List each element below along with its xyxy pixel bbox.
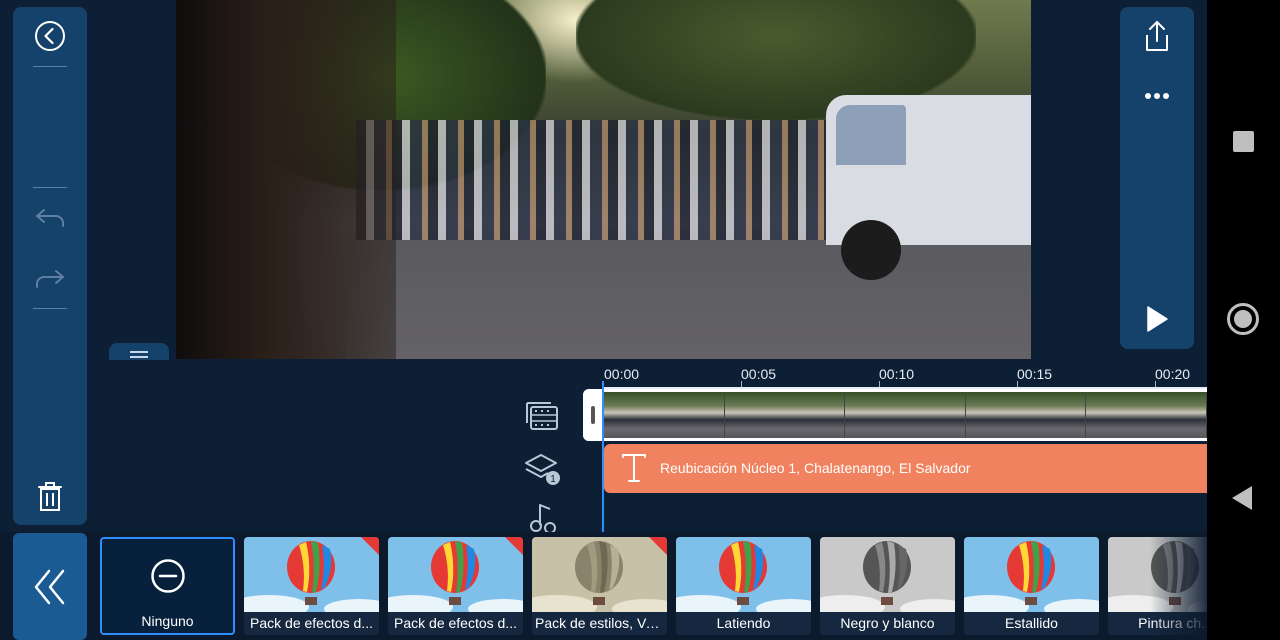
left-toolbar	[13, 7, 87, 525]
clip-frame	[604, 392, 725, 438]
effect-item[interactable]: Latiendo	[676, 537, 811, 635]
clip-thumbnails	[604, 392, 1207, 438]
tick-label: 00:20	[1155, 366, 1191, 382]
undo-icon	[36, 209, 64, 227]
preview-street	[346, 230, 1031, 359]
video-track-button[interactable]	[524, 398, 560, 432]
effect-label: Ninguno	[102, 610, 233, 633]
system-back-button[interactable]	[1232, 486, 1252, 510]
clip-frame	[965, 392, 1087, 438]
effect-item[interactable]: Pack de efectos d...	[244, 537, 379, 635]
more-button[interactable]	[1140, 85, 1174, 107]
double-chevron-left-icon	[34, 569, 65, 604]
text-clip[interactable]: Reubicación Núcleo 1, Chalatenango, El S…	[604, 444, 1207, 493]
redo-button[interactable]	[33, 265, 67, 293]
ruler-tick	[1017, 381, 1018, 387]
play-button[interactable]	[1140, 301, 1174, 337]
right-toolbar	[1120, 7, 1194, 349]
video-preview[interactable]	[176, 0, 1031, 359]
effect-item[interactable]: Pack de estilos, Vo...	[532, 537, 667, 635]
divider	[33, 308, 67, 309]
collapse-effects-button[interactable]	[13, 533, 87, 640]
tick-label: 00:00	[604, 366, 640, 382]
playhead[interactable]	[602, 381, 604, 532]
effect-label: Latiendo	[676, 612, 811, 635]
effect-item[interactable]: Negro y blanco	[820, 537, 955, 635]
balloon-thumbnail	[676, 537, 811, 612]
clip-frame	[845, 392, 966, 438]
delete-button[interactable]	[33, 479, 67, 513]
balloon-thumbnail	[244, 537, 379, 612]
preview-truck-window	[836, 105, 906, 165]
preview-truck-wheel	[841, 220, 901, 280]
none-icon	[150, 558, 185, 593]
video-clip[interactable]	[583, 389, 1207, 441]
balloon-thumbnail	[388, 537, 523, 612]
audio-track-button[interactable]	[526, 504, 560, 532]
preview-shadow	[176, 0, 396, 359]
more-icon	[1145, 93, 1169, 99]
layers-icon: 1	[525, 454, 560, 485]
share-button[interactable]	[1140, 17, 1174, 55]
text-clip-label: Reubicación Núcleo 1, Chalatenango, El S…	[660, 460, 971, 476]
balloon-thumbnail	[1108, 537, 1207, 612]
new-badge	[649, 537, 667, 555]
effect-label: Pack de estilos, Vo...	[532, 612, 667, 635]
back-button[interactable]	[33, 19, 67, 53]
text-icon	[622, 454, 646, 482]
tick-label: 00:15	[1017, 366, 1053, 382]
effect-label: Estallido	[964, 612, 1099, 635]
video-editor: 00:00 00:05 00:10 00:15 00:20 1 Reubicac…	[0, 0, 1207, 640]
redo-icon	[36, 270, 64, 288]
share-icon	[1146, 21, 1168, 51]
effect-label: Negro y blanco	[820, 612, 955, 635]
balloon-thumbnail	[964, 537, 1099, 612]
film-icon	[526, 402, 558, 430]
balloon-thumbnail	[820, 537, 955, 612]
effect-label: Pack de efectos d...	[388, 612, 523, 635]
new-badge	[361, 537, 379, 555]
effect-item[interactable]: Pintura ch...	[1108, 537, 1207, 635]
tick-label: 00:10	[879, 366, 915, 382]
back-circle-icon	[35, 21, 65, 51]
play-icon	[1147, 306, 1168, 332]
effect-item[interactable]: Estallido	[964, 537, 1099, 635]
layer-track-button[interactable]: 1	[524, 452, 562, 486]
handle-line	[130, 351, 148, 353]
effect-label: Pintura ch...	[1108, 612, 1207, 635]
clip-frame	[724, 392, 846, 438]
ruler-tick	[879, 381, 880, 387]
ruler-tick	[741, 381, 742, 387]
undo-button[interactable]	[33, 204, 67, 232]
handle-line	[130, 356, 148, 358]
trash-icon	[38, 482, 62, 511]
home-button[interactable]	[1227, 303, 1259, 335]
divider	[33, 187, 67, 188]
balloon-thumbnail	[532, 537, 667, 612]
new-badge	[505, 537, 523, 555]
layer-count-badge: 1	[550, 474, 556, 485]
music-note-icon	[530, 504, 556, 532]
ruler-tick	[1155, 381, 1156, 387]
effect-item[interactable]: Pack de efectos d...	[388, 537, 523, 635]
effect-item[interactable]: Ninguno	[100, 537, 235, 635]
recents-button[interactable]	[1233, 131, 1254, 152]
time-ruler[interactable]: 00:00 00:05 00:10 00:15 00:20	[604, 366, 1207, 388]
tick-label: 00:05	[741, 366, 777, 382]
divider	[33, 66, 67, 67]
clip-frame	[1086, 392, 1207, 438]
effect-label: Pack de efectos d...	[244, 612, 379, 635]
clip-trim-handle[interactable]	[583, 389, 603, 441]
